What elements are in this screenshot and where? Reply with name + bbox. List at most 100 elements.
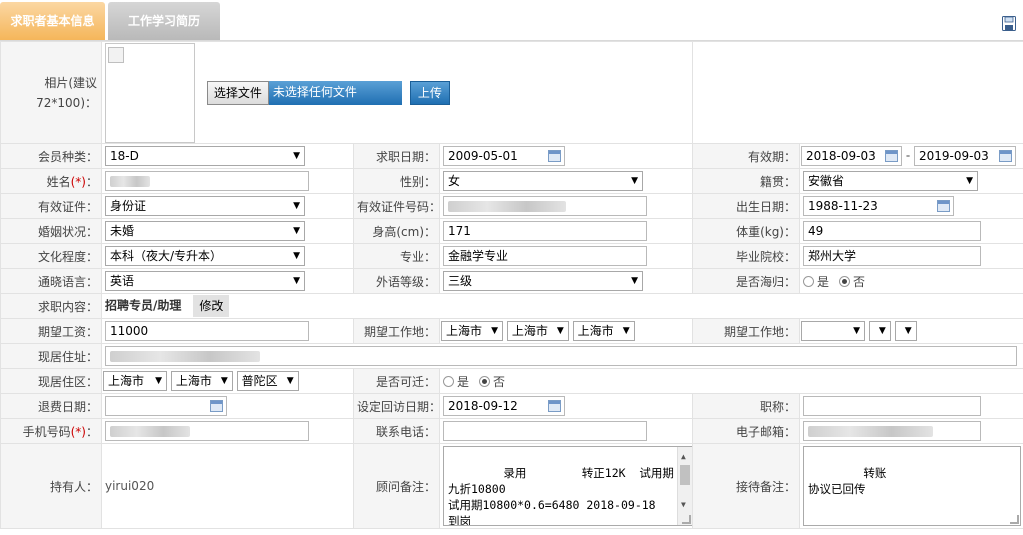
calendar-icon[interactable] xyxy=(548,150,561,162)
photo-preview xyxy=(105,42,195,143)
range-separator: - xyxy=(905,148,911,163)
language-level-label: 外语等级： xyxy=(353,268,440,294)
language-select[interactable]: 英语 ▼ xyxy=(105,271,305,291)
current-district-select[interactable]: 普陀区 ▼ xyxy=(236,371,299,391)
calendar-icon[interactable] xyxy=(937,200,950,212)
broken-image-icon xyxy=(108,46,124,63)
gender-select[interactable]: 女 ▼ xyxy=(443,171,643,191)
native-place-label: 籍贯： xyxy=(692,168,800,194)
resize-grip-icon[interactable] xyxy=(682,515,691,524)
marital-label: 婚姻状况： xyxy=(0,218,102,244)
revisit-date-label: 设定回访日期： xyxy=(353,393,440,419)
calendar-icon[interactable] xyxy=(999,150,1012,162)
expected-district-select[interactable]: 上海市 ▼ xyxy=(572,321,635,341)
save-icon[interactable] xyxy=(1002,16,1016,31)
choose-file-button[interactable]: 选择文件 xyxy=(206,80,269,105)
file-status: 未选择任何文件 xyxy=(268,80,402,105)
photo-right-cell xyxy=(692,41,1023,144)
photo-label: 相片(建议72*100)： xyxy=(0,41,102,144)
name-input[interactable] xyxy=(105,171,309,191)
overseas-no-radio[interactable] xyxy=(839,275,851,287)
member-type-select[interactable]: 18-D ▼ xyxy=(105,146,305,166)
valid-to-input[interactable]: 2019-09-03 xyxy=(914,146,1016,166)
apply-date-label: 求职日期： xyxy=(353,143,440,169)
marital-select[interactable]: 未婚 ▼ xyxy=(105,221,305,241)
phone-input[interactable] xyxy=(443,421,647,441)
photo-cell: 选择文件 未选择任何文件 上传 xyxy=(101,41,693,144)
relocate-yes-radio[interactable] xyxy=(443,375,454,387)
id-number-label: 有效证件号码： xyxy=(353,193,440,219)
expected-province-select[interactable]: 上海市 ▼ xyxy=(441,321,503,341)
expected2-province-select[interactable]: ▼ xyxy=(801,321,865,341)
gender-label: 性别： xyxy=(353,168,440,194)
refund-date-input[interactable] xyxy=(105,396,227,416)
reception-note-textarea[interactable]: 转账 协议已回传 xyxy=(803,446,1021,526)
id-type-select[interactable]: 身份证 ▼ xyxy=(105,196,305,216)
expected2-city-select[interactable]: ▼ xyxy=(868,321,891,341)
major-input[interactable]: 金融学专业 xyxy=(443,246,647,266)
education-label: 文化程度： xyxy=(0,243,102,269)
current-area-label: 现居住区： xyxy=(0,368,102,394)
consultant-note-label: 顾问备注： xyxy=(353,443,440,529)
birth-date-label: 出生日期： xyxy=(692,193,800,219)
native-place-select[interactable]: 安徽省 ▼ xyxy=(803,171,978,191)
calendar-icon[interactable] xyxy=(548,400,561,412)
refund-date-label: 退费日期： xyxy=(0,393,102,419)
expected2-district-select[interactable]: ▼ xyxy=(894,321,917,341)
school-label: 毕业院校： xyxy=(692,243,800,269)
current-province-select[interactable]: 上海市 ▼ xyxy=(103,371,167,391)
mobile-label: 手机号码(*)： xyxy=(0,418,102,444)
tab-basic-info[interactable]: 求职者基本信息 xyxy=(0,2,105,40)
current-city-select[interactable]: 上海市 ▼ xyxy=(170,371,233,391)
relocate-no-radio[interactable] xyxy=(479,375,491,387)
job-intent-label: 求职内容： xyxy=(0,293,102,319)
holder-value: yirui020 xyxy=(101,443,354,529)
language-label: 通晓语言： xyxy=(0,268,102,294)
edit-job-intent-button[interactable]: 修改 xyxy=(193,295,230,317)
overseas-label: 是否海归： xyxy=(692,268,800,294)
weight-label: 体重(kg)： xyxy=(692,218,800,244)
expected-location-label: 期望工作地： xyxy=(353,318,440,344)
expected-location2-label: 期望工作地： xyxy=(692,318,800,344)
major-label: 专业： xyxy=(353,243,440,269)
revisit-date-input[interactable]: 2018-09-12 xyxy=(443,396,565,416)
current-address-input[interactable] xyxy=(105,346,1017,366)
resize-grip-icon[interactable] xyxy=(1010,515,1019,524)
email-input[interactable] xyxy=(803,421,981,441)
email-label: 电子邮箱： xyxy=(692,418,800,444)
language-level-select[interactable]: 三级 ▼ xyxy=(443,271,643,291)
apply-date-input[interactable]: 2009-05-01 xyxy=(443,146,565,166)
member-type-label: 会员种类： xyxy=(0,143,102,169)
tab-bar: 求职者基本信息 工作学习简历 xyxy=(0,0,1023,41)
current-address-label: 现居住址： xyxy=(0,343,102,369)
name-label: 姓名(*)： xyxy=(0,168,102,194)
id-number-input[interactable] xyxy=(443,196,647,216)
valid-period-label: 有效期： xyxy=(692,143,800,169)
job-intent-value: 招聘专员/助理 xyxy=(105,298,182,313)
job-title-input[interactable] xyxy=(803,396,981,416)
birth-date-input[interactable]: 1988-11-23 xyxy=(803,196,954,216)
valid-from-input[interactable]: 2018-09-03 xyxy=(801,146,902,166)
upload-button[interactable]: 上传 xyxy=(409,80,450,105)
weight-input[interactable]: 49 xyxy=(803,221,981,241)
height-label: 身高(cm)： xyxy=(353,218,440,244)
expected-salary-input[interactable]: 11000 xyxy=(105,321,309,341)
tab-work-study-history[interactable]: 工作学习简历 xyxy=(108,2,220,40)
reception-note-label: 接待备注： xyxy=(692,443,800,529)
calendar-icon[interactable] xyxy=(210,400,223,412)
education-select[interactable]: 本科（夜大/专升本） ▼ xyxy=(105,246,305,266)
relocate-label: 是否可迁： xyxy=(353,368,440,394)
job-title-label: 职称： xyxy=(692,393,800,419)
expected-salary-label: 期望工资： xyxy=(0,318,102,344)
consultant-note-textarea[interactable]: 录用 转正12K 试用期 九折10800 试用期10800*0.6=6480 2… xyxy=(443,446,692,526)
holder-label: 持有人： xyxy=(0,443,102,529)
id-type-label: 有效证件： xyxy=(0,193,102,219)
scrollbar[interactable]: ▲ ▼ xyxy=(677,447,692,525)
expected-city-select[interactable]: 上海市 ▼ xyxy=(506,321,569,341)
overseas-yes-radio[interactable] xyxy=(803,275,814,287)
mobile-input[interactable] xyxy=(105,421,309,441)
applicant-form: 相片(建议72*100)： 选择文件 未选择任何文件 上传 会员种类： 18-D ▼ … xyxy=(0,41,1023,529)
school-input[interactable]: 郑州大学 xyxy=(803,246,981,266)
height-input[interactable]: 171 xyxy=(443,221,647,241)
calendar-icon[interactable] xyxy=(885,150,898,162)
